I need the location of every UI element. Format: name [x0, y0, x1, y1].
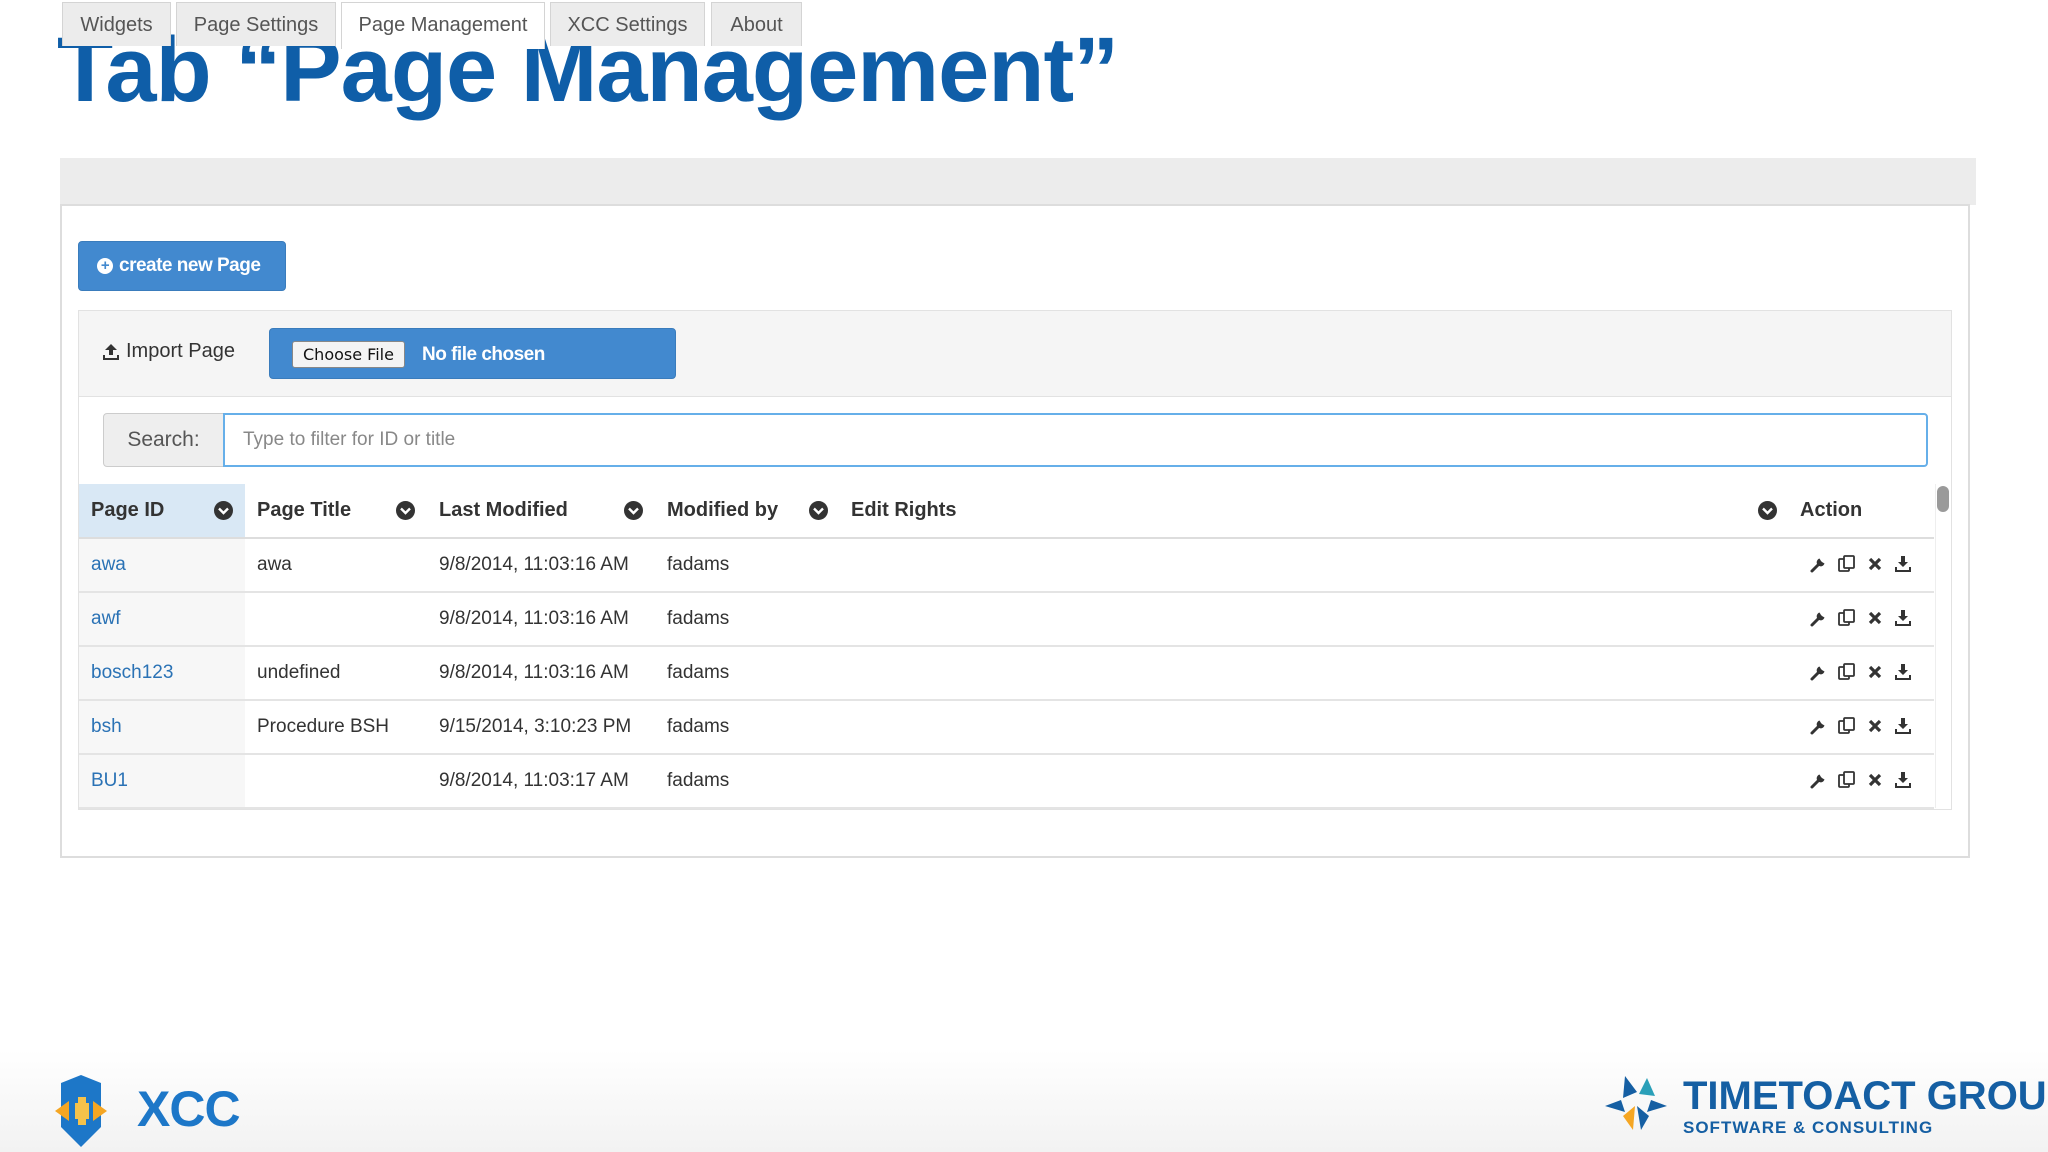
delete-icon[interactable] — [1865, 716, 1885, 736]
sort-toggle-icon[interactable] — [396, 501, 415, 520]
wrench-icon[interactable] — [1809, 716, 1829, 736]
column-header-page-id[interactable]: Page ID — [91, 484, 164, 537]
column-header-last-modified[interactable]: Last Modified — [439, 484, 568, 537]
tab-page-settings[interactable]: Page Settings — [176, 2, 336, 46]
table-row: awf 9/8/2014, 11:03:16 AM fadams — [79, 593, 1934, 647]
column-header-action: Action — [1800, 499, 1863, 521]
last-modified-cell: 9/15/2014, 3:10:23 PM — [439, 716, 632, 737]
copy-icon[interactable] — [1837, 608, 1857, 628]
modified-by-cell: fadams — [667, 608, 730, 629]
delete-icon[interactable] — [1865, 770, 1885, 790]
copy-icon[interactable] — [1837, 770, 1857, 790]
row-actions — [1809, 554, 1921, 576]
row-actions — [1809, 716, 1921, 738]
last-modified-cell: 9/8/2014, 11:03:16 AM — [439, 662, 629, 683]
tab-page-management[interactable]: Page Management — [341, 2, 545, 49]
table-scrollbar[interactable] — [1935, 484, 1949, 808]
table-row: bosch123 undefined 9/8/2014, 11:03:16 AM… — [79, 647, 1934, 701]
xcc-logo-text: XCC — [137, 1081, 241, 1137]
page-title-cell: undefined — [257, 662, 341, 683]
copy-icon[interactable] — [1837, 716, 1857, 736]
download-icon[interactable] — [1893, 770, 1913, 790]
wrench-icon[interactable] — [1809, 770, 1829, 790]
table-row: BU1 9/8/2014, 11:03:17 AM fadams — [79, 755, 1934, 809]
delete-icon[interactable] — [1865, 662, 1885, 682]
copy-icon[interactable] — [1837, 554, 1857, 574]
wrench-icon[interactable] — [1809, 554, 1829, 574]
table-row: bsh Procedure BSH 9/15/2014, 3:10:23 PM … — [79, 701, 1934, 755]
search-label: Search: — [103, 413, 224, 467]
table-row: awa awa 9/8/2014, 11:03:16 AM fadams — [79, 539, 1934, 593]
row-actions — [1809, 662, 1921, 684]
sort-toggle-icon[interactable] — [809, 501, 828, 520]
last-modified-cell: 9/8/2014, 11:03:16 AM — [439, 608, 629, 629]
page-title-cell: Procedure BSH — [257, 716, 390, 737]
search-group: Search: — [103, 413, 1928, 467]
download-icon[interactable] — [1893, 554, 1913, 574]
plus-circle-icon: + — [97, 258, 113, 274]
create-page-label: create new Page — [119, 255, 261, 276]
modified-by-cell: fadams — [667, 770, 730, 791]
timetoact-logo-icon — [1605, 1076, 1667, 1130]
delete-icon[interactable] — [1865, 554, 1885, 574]
create-page-button[interactable]: + create new Page — [78, 241, 286, 291]
timetoact-logo-subtitle: SOFTWARE & CONSULTING — [1683, 1118, 1934, 1137]
download-icon[interactable] — [1893, 608, 1913, 628]
modified-by-cell: fadams — [667, 554, 730, 575]
import-page-text: Import Page — [126, 340, 235, 362]
column-header-page-title[interactable]: Page Title — [257, 484, 351, 537]
import-page-label: Import Page — [102, 340, 235, 363]
row-actions — [1809, 608, 1921, 630]
copy-icon[interactable] — [1837, 662, 1857, 682]
last-modified-cell: 9/8/2014, 11:03:16 AM — [439, 554, 629, 575]
pages-table: Page ID Page Title Last Modified Modifie… — [79, 484, 1934, 809]
table-header: Page ID Page Title Last Modified Modifie… — [79, 484, 1934, 539]
column-header-edit-rights[interactable]: Edit Rights — [851, 484, 957, 537]
row-actions — [1809, 770, 1921, 792]
page-id-link[interactable]: awa — [91, 539, 126, 591]
last-modified-cell: 9/8/2014, 11:03:17 AM — [439, 770, 629, 791]
tab-about[interactable]: About — [711, 2, 802, 46]
search-input[interactable] — [223, 413, 1928, 467]
page-id-link[interactable]: bosch123 — [91, 647, 173, 699]
page-id-link[interactable]: BU1 — [91, 755, 128, 807]
wrench-icon[interactable] — [1809, 608, 1829, 628]
choose-file-button[interactable]: Choose File — [292, 341, 405, 368]
column-header-modified-by[interactable]: Modified by — [667, 484, 778, 537]
sort-toggle-icon[interactable] — [214, 501, 233, 520]
modified-by-cell: fadams — [667, 662, 730, 683]
sort-toggle-icon[interactable] — [624, 501, 643, 520]
page-id-link[interactable]: awf — [91, 593, 121, 645]
upload-icon — [103, 343, 119, 360]
tab-bar — [60, 158, 1976, 205]
page-id-link[interactable]: bsh — [91, 701, 122, 753]
download-icon[interactable] — [1893, 716, 1913, 736]
delete-icon[interactable] — [1865, 608, 1885, 628]
file-input[interactable]: Choose File No file chosen — [269, 328, 676, 379]
wrench-icon[interactable] — [1809, 662, 1829, 682]
xcc-logo-icon — [55, 1075, 107, 1147]
timetoact-logo-name: TIMETOACT GROUP — [1683, 1074, 2048, 1118]
scrollbar-thumb[interactable] — [1937, 486, 1949, 512]
tab-xcc-settings[interactable]: XCC Settings — [550, 2, 705, 46]
modified-by-cell: fadams — [667, 716, 730, 737]
download-icon[interactable] — [1893, 662, 1913, 682]
file-status: No file chosen — [422, 344, 545, 365]
page-title-cell: awa — [257, 554, 292, 575]
sort-toggle-icon[interactable] — [1758, 501, 1777, 520]
tab-widgets[interactable]: Widgets — [62, 2, 171, 46]
